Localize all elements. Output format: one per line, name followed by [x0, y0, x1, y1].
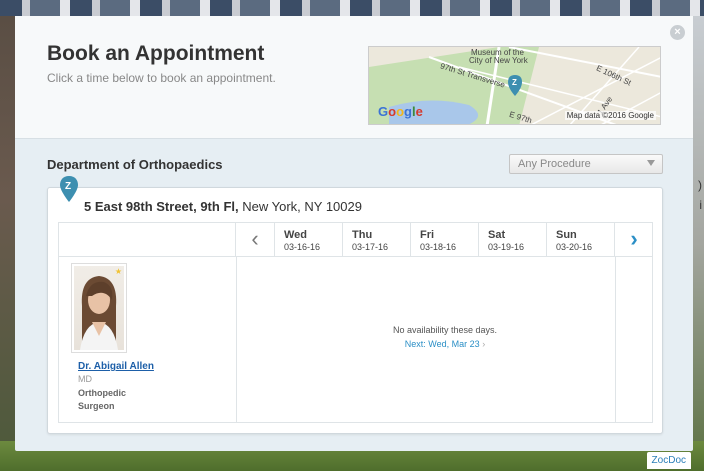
day-header: Thu 03-17-16 [343, 223, 411, 257]
modal-header: Book an Appointment Click a time below t… [15, 16, 693, 139]
star-icon: ★ [114, 267, 122, 276]
address-city: New York, NY 10029 [242, 199, 362, 214]
no-availability-message: No availability these days. [392, 325, 498, 335]
caret-down-icon [647, 160, 655, 166]
address-street: 5 East 98th Street, 9th Fl, [84, 199, 239, 214]
day-date: 03-16-16 [284, 242, 321, 252]
background-cityscape [0, 0, 704, 16]
background-glyph: i [699, 198, 702, 212]
doctor-specialty: Orthopedic Surgeon [78, 387, 158, 413]
day-name: Sun [556, 229, 577, 241]
day-header: Sun 03-20-16 [547, 223, 615, 257]
procedure-select[interactable]: Any Procedure [509, 154, 663, 174]
doctor-photo[interactable]: ★ [71, 263, 127, 353]
google-logo: Google [378, 104, 423, 119]
day-name: Wed [284, 229, 308, 241]
doctor-specialty-line: Orthopedic [78, 388, 127, 398]
location-map[interactable]: Z Museum of the City of New York 97th St… [368, 46, 661, 125]
zocdoc-brand: ZocDoc [646, 452, 691, 469]
location-address: 5 East 98th Street, 9th Fl, New York, NY… [84, 199, 362, 214]
day-name: Thu [352, 229, 373, 241]
schedule-header-blank [59, 223, 236, 257]
location-card: Z 5 East 98th Street, 9th Fl, New York, … [47, 176, 663, 434]
next-availability-text: Next: Wed, Mar 23 [404, 339, 480, 349]
procedure-select-value: Any Procedure [518, 158, 591, 170]
day-date: 03-20-16 [556, 242, 593, 252]
modal-title: Book an Appointment [47, 42, 265, 65]
day-header: Fri 03-18-16 [411, 223, 479, 257]
day-header: Wed 03-16-16 [275, 223, 343, 257]
day-date: 03-18-16 [420, 242, 457, 252]
modal-subtitle: Click a time below to book an appointmen… [47, 71, 276, 85]
chevron-right-icon: › [482, 339, 486, 349]
close-button[interactable]: × [670, 25, 685, 40]
background-left [0, 16, 15, 471]
doctor-specialty-line: Surgeon [78, 401, 115, 411]
svg-text:Z: Z [65, 181, 71, 192]
prev-week-button[interactable]: ‹ [236, 223, 275, 257]
schedule-grid: ‹ Wed 03-16-16 Thu 03-17-16 Fri 03-18-16… [58, 222, 653, 423]
doctor-portrait-graphic [80, 276, 118, 350]
column-divider [236, 257, 237, 423]
doctor-credential: MD [78, 374, 92, 384]
appointment-modal: Book an Appointment Click a time below t… [15, 16, 693, 451]
day-date: 03-19-16 [488, 242, 525, 252]
map-credit: Map data ©2016 Google [564, 111, 656, 120]
day-date: 03-17-16 [352, 242, 389, 252]
background-right [693, 16, 704, 471]
doctor-portrait: ★ [74, 266, 124, 350]
map-label-museum: City of New York [469, 56, 528, 65]
column-divider [615, 257, 616, 423]
svg-text:Z: Z [512, 78, 517, 87]
location-pin-icon: Z [60, 176, 78, 202]
department-title: Department of Orthopaedics [47, 157, 223, 172]
background-glyph: ) [698, 178, 702, 192]
day-name: Sat [488, 229, 506, 241]
doctor-name-link[interactable]: Dr. Abigail Allen [78, 361, 154, 372]
next-availability-link[interactable]: Next: Wed, Mar 23 › [275, 339, 615, 349]
next-week-button[interactable]: › [615, 223, 653, 257]
day-name: Fri [420, 229, 435, 241]
day-header: Sat 03-19-16 [479, 223, 547, 257]
